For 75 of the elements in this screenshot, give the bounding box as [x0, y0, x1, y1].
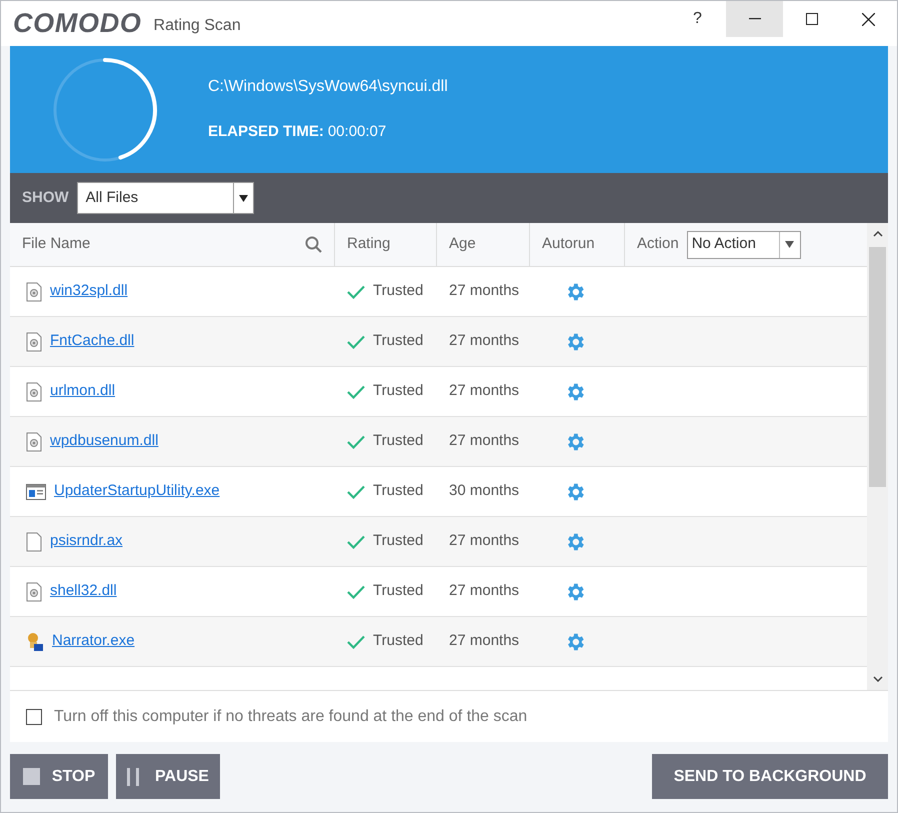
action-dropdown[interactable]: No Action: [686, 230, 801, 258]
check-icon: [347, 584, 365, 598]
stop-icon: [22, 768, 40, 785]
table-row[interactable]: psisrndr.ax Trusted 27 months: [10, 517, 867, 567]
check-icon: [347, 334, 365, 348]
check-icon: [347, 384, 365, 398]
age-cell-text: 27 months: [448, 431, 520, 452]
stop-button[interactable]: STOP: [10, 754, 108, 799]
file-icon: [26, 532, 42, 552]
pause-button[interactable]: PAUSE: [116, 754, 220, 799]
table-row[interactable]: wpdbusenum.dll Trusted 27 months: [10, 417, 867, 467]
column-header[interactable]: File Name: [22, 233, 90, 256]
rating-text: Trusted: [373, 581, 424, 602]
file-icon: [26, 332, 42, 352]
check-icon: [347, 434, 365, 448]
send-to-background-button[interactable]: SEND TO BACKGROUND: [652, 754, 888, 799]
check-icon: [347, 284, 365, 298]
age-cell-text: 27 months: [448, 381, 520, 402]
table-row[interactable]: Narrator.exe Trusted 27 months: [10, 617, 867, 667]
file-link[interactable]: FntCache.dll: [50, 330, 134, 353]
show-dropdown[interactable]: All Files: [76, 182, 254, 214]
age-cell-text: 27 months: [448, 581, 520, 602]
close-icon: [862, 12, 875, 26]
check-icon: [347, 484, 365, 498]
elapsed-time: 00:00:07: [328, 122, 386, 142]
dropdown-value: All Files: [84, 188, 140, 208]
scroll-thumb[interactable]: [869, 247, 886, 487]
scrollbar[interactable]: [867, 223, 888, 690]
file-link[interactable]: urlmon.dll: [50, 380, 116, 403]
minimize-icon: [748, 18, 760, 20]
file-link[interactable]: wpdbusenum.dll: [50, 430, 158, 453]
window-title: Rating Scan: [154, 16, 241, 36]
help-button[interactable]: ?: [669, 1, 726, 37]
checkbox[interactable]: [26, 708, 42, 724]
elapsed-label: ELAPSED TIME:: [208, 122, 324, 142]
file-link[interactable]: Narrator.exe: [52, 630, 135, 653]
age-cell-text: 27 months: [448, 531, 520, 552]
file-icon: [26, 382, 42, 402]
rating-text: Trusted: [373, 481, 424, 502]
age-cell-text: 27 months: [448, 631, 520, 652]
scroll-up-icon[interactable]: [872, 231, 882, 237]
check-icon: [347, 534, 365, 548]
current-file-path: C:\Windows\SysWow64\syncui.dll: [208, 77, 448, 98]
age-cell-text: 30 months: [448, 481, 520, 502]
person-icon: [26, 632, 44, 652]
file-icon: [26, 282, 42, 302]
column-header[interactable]: Rating: [347, 233, 390, 256]
rating-text: Trusted: [373, 431, 424, 452]
rating-text: Trusted: [373, 531, 424, 552]
file-link[interactable]: shell32.dll: [50, 580, 117, 603]
maximize-icon: [806, 13, 818, 25]
dropdown-arrow-icon: [238, 194, 248, 202]
age-cell-text: 27 months: [448, 331, 520, 352]
file-link[interactable]: psisrndr.ax: [50, 530, 123, 553]
column-header[interactable]: Age: [449, 233, 476, 256]
check-icon: [347, 634, 365, 648]
rating-text: Trusted: [373, 281, 424, 302]
file-icon: [26, 582, 42, 602]
file-link[interactable]: UpdaterStartupUtility.exe: [54, 480, 220, 503]
rating-text: Trusted: [373, 631, 424, 652]
rating-text: Trusted: [373, 381, 424, 402]
file-link[interactable]: win32spl.dll: [50, 280, 128, 303]
scroll-down-icon[interactable]: [872, 676, 882, 682]
rating-text: Trusted: [373, 331, 424, 352]
search-icon[interactable]: [305, 236, 322, 253]
column-header[interactable]: Action: [637, 233, 679, 256]
window-icon: [26, 484, 46, 500]
logo: COMODO: [13, 7, 142, 40]
show-label: SHOW: [22, 188, 69, 208]
pause-icon: [127, 768, 140, 786]
file-icon: [26, 432, 42, 452]
age-cell-text: 27 months: [448, 281, 520, 302]
dropdown-arrow-icon: [785, 241, 794, 248]
column-header[interactable]: Autorun: [542, 233, 595, 256]
table-row[interactable]: FntCache.dll Trusted 27 months: [10, 317, 867, 367]
